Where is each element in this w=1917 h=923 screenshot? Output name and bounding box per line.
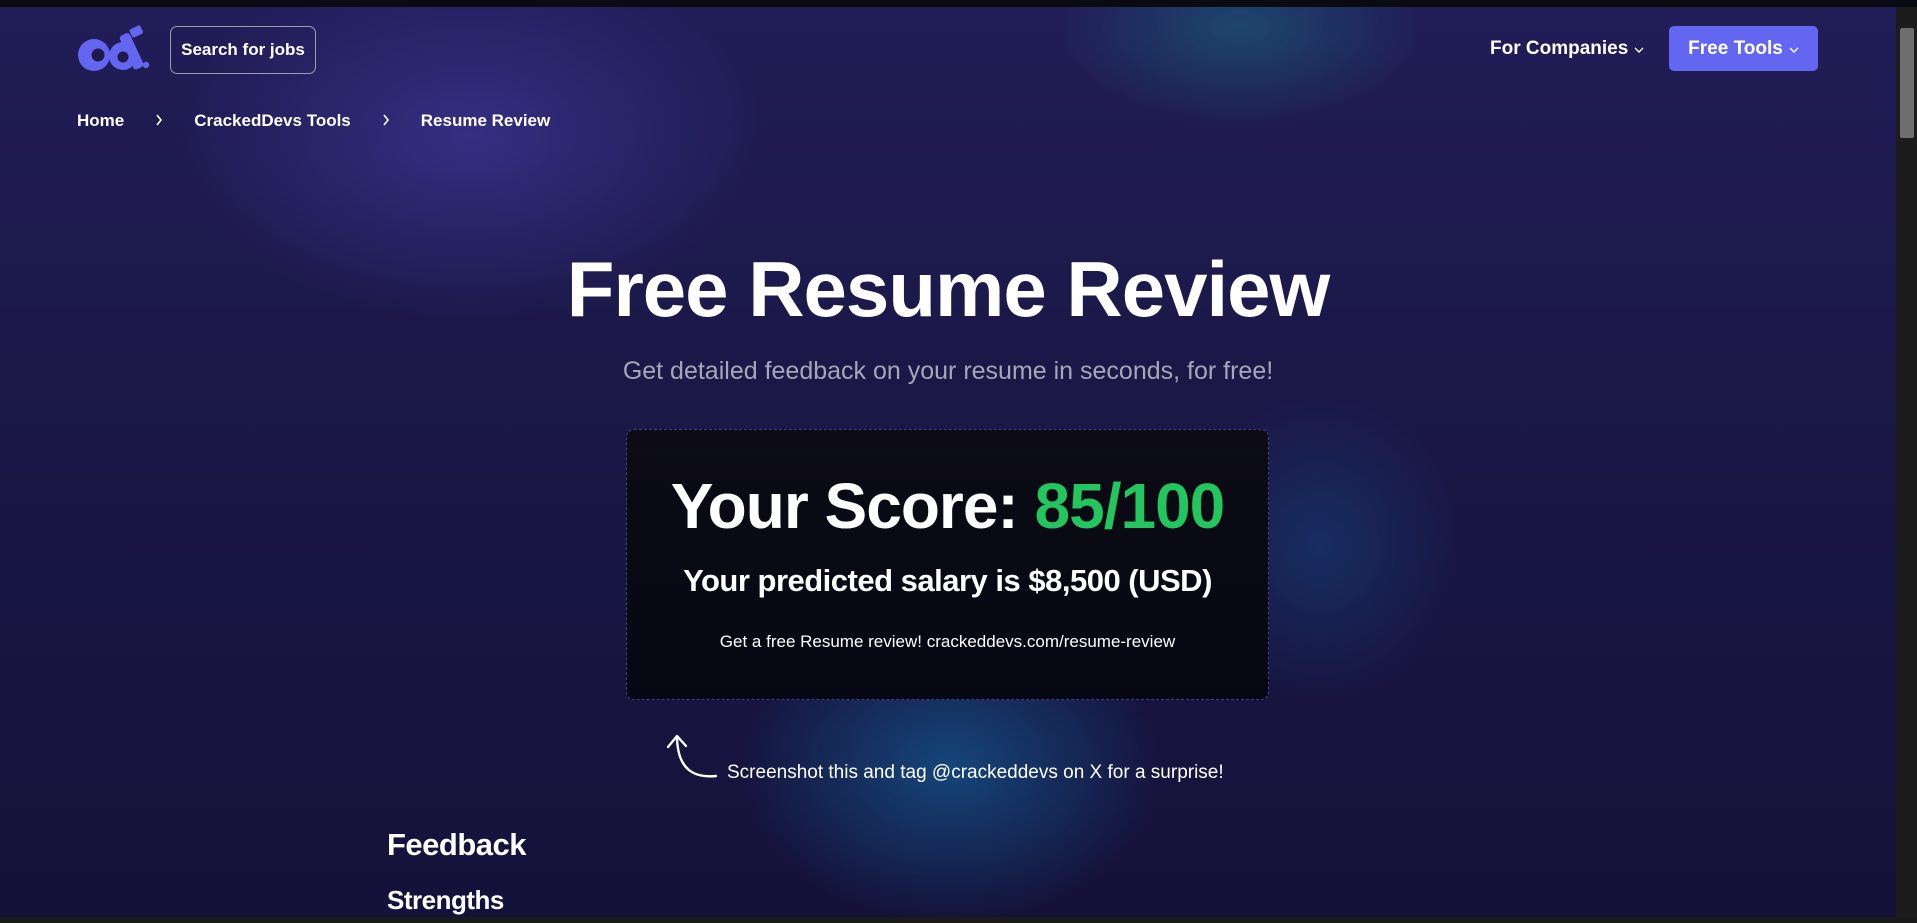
breadcrumb-home[interactable]: Home: [77, 111, 124, 131]
curved-arrow-up-icon: [666, 734, 718, 778]
chevron-down-icon: [1789, 43, 1799, 57]
screenshot-hint: Screenshot this and tag @crackeddevs on …: [727, 762, 1224, 783]
search-jobs-label: Search for jobs: [181, 40, 305, 59]
page: Search for jobs For Companies Free Tools…: [0, 7, 1896, 917]
promo-text: Get a free Resume review! crackeddevs.co…: [719, 632, 1176, 651]
free-tools-label: Free Tools: [1688, 37, 1783, 59]
breadcrumb-tools[interactable]: CrackedDevs Tools: [194, 111, 351, 131]
search-jobs-button[interactable]: Search for jobs: [170, 26, 316, 74]
scrollbar-thumb[interactable]: [1900, 28, 1914, 138]
free-tools-button[interactable]: Free Tools: [1669, 26, 1818, 71]
window-bottom-edge: [0, 917, 1917, 923]
strengths-heading: Strengths: [387, 885, 504, 915]
for-companies-label: For Companies: [1490, 38, 1629, 59]
score-value: 85/100: [1034, 470, 1226, 542]
window-top-edge: [0, 0, 1917, 7]
page-title: Free Resume Review: [566, 245, 1330, 333]
vertical-scrollbar[interactable]: [1896, 7, 1917, 917]
score-card: Your Score: 85/100 Your predicted salary…: [626, 429, 1269, 700]
page-subtitle: Get detailed feedback on your resume in …: [622, 357, 1274, 385]
for-companies-menu[interactable]: For Companies: [1490, 32, 1644, 66]
score-prefix: Your Score:: [670, 470, 1019, 542]
feedback-heading: Feedback: [387, 827, 527, 862]
predicted-salary: Your predicted salary is $8,500 (USD): [683, 563, 1212, 598]
chevron-right-icon: [124, 113, 194, 130]
chevron-down-icon: [1634, 43, 1644, 57]
crackeddevs-logo[interactable]: [76, 25, 150, 73]
chevron-right-icon: [351, 113, 421, 130]
breadcrumb: Home CrackedDevs Tools Resume Review: [77, 111, 550, 131]
score-line: Your Score: 85/100: [627, 474, 1268, 538]
breadcrumb-current[interactable]: Resume Review: [421, 111, 550, 131]
